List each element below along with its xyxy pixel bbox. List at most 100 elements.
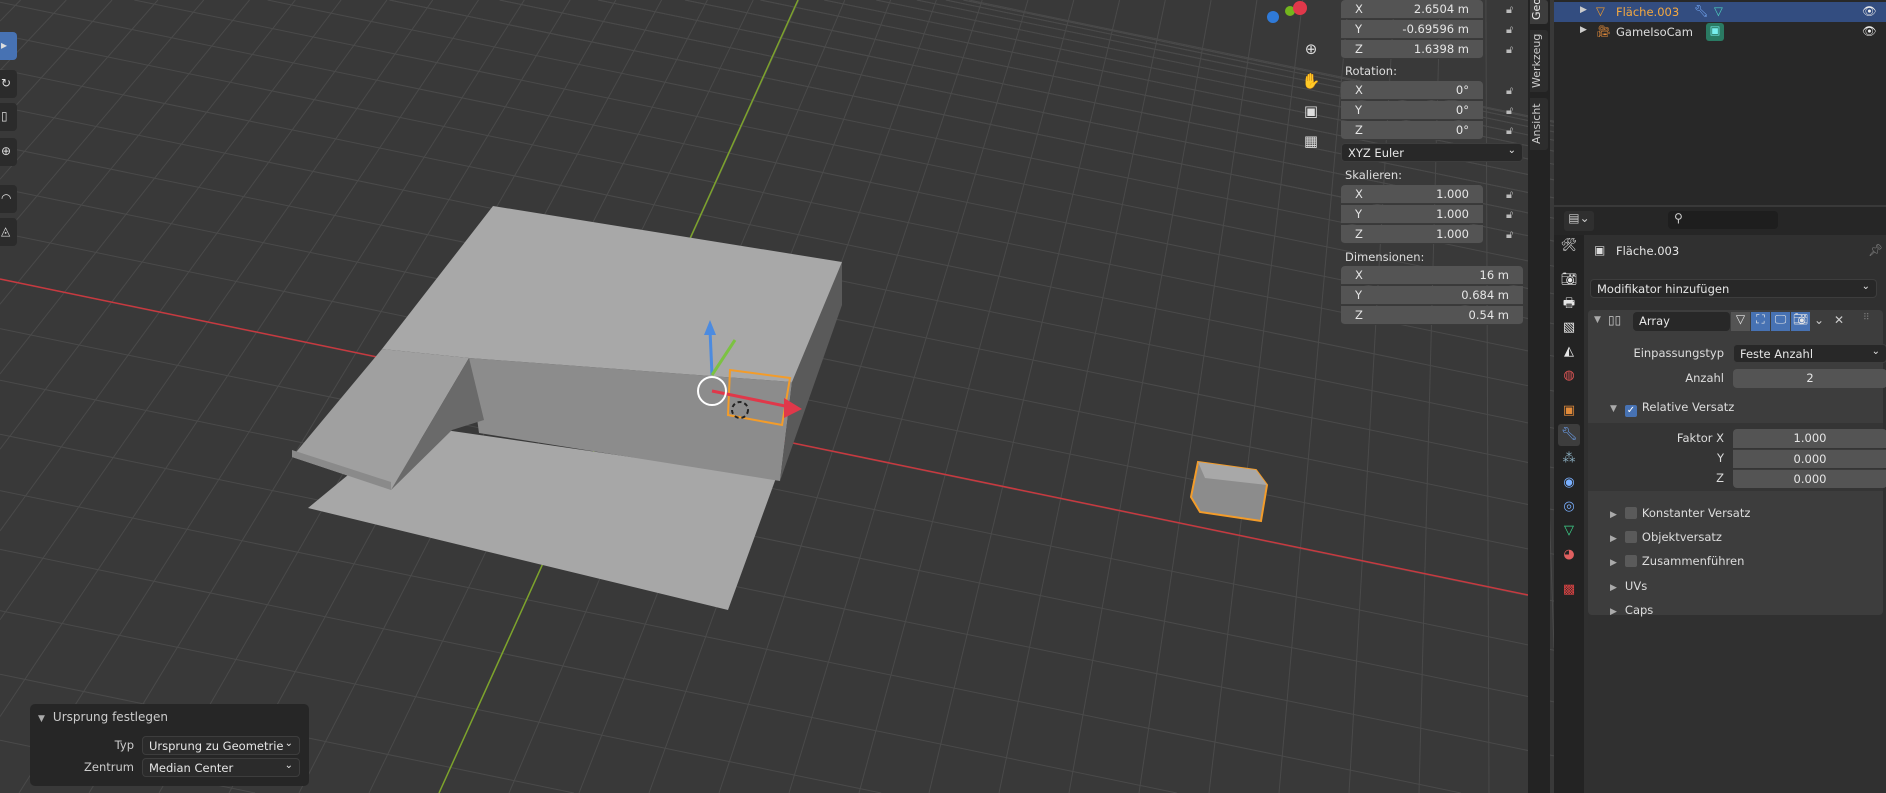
lock-icon[interactable]: 🔓︎ [1506, 228, 1513, 242]
hand-pan-icon[interactable]: ✋ [1300, 72, 1322, 94]
tool-select-box[interactable]: ▸ [0, 32, 17, 60]
scale-y-field[interactable]: Y 1.000 [1341, 205, 1483, 224]
viewport-display-icon[interactable]: 🖵︎ [1771, 312, 1790, 331]
tab-view[interactable]: Ansicht [1530, 98, 1548, 150]
zoom-icon[interactable]: ⊕ [1300, 40, 1322, 62]
expand-arrow-icon[interactable]: ▶ [1580, 25, 1587, 35]
constraints-icon[interactable]: ◎ [1558, 496, 1580, 518]
center-dropdown[interactable]: Median Center ⌄ [142, 758, 300, 777]
item-name: GameIsoCam [1616, 25, 1693, 39]
eye-visibility-icon[interactable]: 👁︎ [1862, 24, 1877, 38]
factor-z-field[interactable]: 0.000 [1733, 469, 1886, 488]
add-modifier-dropdown[interactable]: Modifikator hinzufügen ⌄ [1590, 279, 1877, 298]
editor-type-icon[interactable]: ▤⌄ [1564, 211, 1594, 231]
location-z-field[interactable]: Z 1.6398 m [1341, 40, 1483, 59]
lock-icon[interactable]: 🔓︎ [1506, 104, 1513, 118]
render-camera-icon[interactable]: 📷︎ [1791, 312, 1810, 331]
expand-arrow-icon[interactable]: ▶ [1580, 5, 1587, 15]
lock-icon[interactable]: 🔓︎ [1506, 3, 1513, 17]
location-x-field[interactable]: X 2.6504 m [1341, 0, 1483, 19]
particles-icon[interactable]: ⁂ [1558, 448, 1580, 470]
mesh-data-icon[interactable]: ▽ [1714, 4, 1723, 18]
count-field[interactable]: 2 [1733, 369, 1886, 388]
dimension-z-field[interactable]: Z 0.54 m [1341, 306, 1523, 325]
outliner-item-flaeche[interactable]: ▶ ▽ Fläche.003 🔧︎ ▽ 👁︎ [1554, 2, 1886, 22]
modifier-name-input[interactable]: Array [1633, 312, 1730, 331]
annotate-icon: ◠ [1, 191, 12, 205]
lock-icon[interactable]: 🔓︎ [1506, 84, 1513, 98]
object-offset-checkbox[interactable] [1624, 531, 1637, 543]
rotation-mode-dropdown[interactable]: XYZ Euler ⌄ [1341, 143, 1523, 162]
lock-icon[interactable]: 🔓︎ [1506, 208, 1513, 222]
tool-cursor[interactable]: ↻ [0, 70, 17, 98]
grid-perspective-icon[interactable]: ▦ [1300, 132, 1322, 154]
scale-x-field[interactable]: X 1.000 [1341, 185, 1483, 204]
tab-tool[interactable]: Werkzeug [1530, 30, 1548, 92]
camera-data-icon[interactable]: ▣ [1706, 23, 1724, 41]
tool-transform[interactable]: ⊕ [0, 138, 17, 166]
object-offset-header[interactable]: ▶ Objektversatz [1610, 530, 1722, 544]
constant-offset-checkbox[interactable] [1624, 507, 1637, 519]
lock-icon[interactable]: 🔓︎ [1506, 23, 1513, 37]
merge-checkbox[interactable] [1624, 555, 1637, 567]
cage-toggle-icon[interactable]: ⛶ [1751, 312, 1770, 331]
rotation-x-field[interactable]: X 0° [1341, 81, 1483, 100]
search-icon: ⚲ [1674, 211, 1683, 225]
edit-mode-toggle-icon[interactable]: ▽ [1731, 312, 1750, 331]
relative-offset-header[interactable]: ▼ ✓ Relative Versatz [1610, 400, 1734, 417]
fit-type-dropdown[interactable]: Feste Anzahl ⌄ [1733, 344, 1886, 363]
pin-icon[interactable]: 📌︎ [1868, 243, 1883, 257]
caps-header[interactable]: ▶ Caps [1610, 603, 1653, 617]
tool-measure[interactable]: ◬ [0, 218, 17, 246]
chevron-down-icon[interactable]: ⌄ [1814, 313, 1824, 327]
camera-icon[interactable]: ▣ [1300, 102, 1322, 124]
rotation-y-field[interactable]: Y 0° [1341, 101, 1483, 120]
outliner-item-camera[interactable]: ▶ 🎥︎ GameIsoCam ▣ 👁︎ [1554, 22, 1886, 42]
dimension-y-field[interactable]: Y 0.684 m [1341, 286, 1523, 305]
dimension-x-field[interactable]: X 16 m [1341, 266, 1523, 285]
scene-icon[interactable]: ◭ [1558, 341, 1580, 363]
field-value: 2.6504 m [1413, 2, 1469, 16]
lock-icon[interactable]: 🔓︎ [1506, 188, 1513, 202]
material-icon[interactable]: ◕ [1558, 544, 1580, 566]
physics-icon[interactable]: ◉ [1558, 472, 1580, 494]
wrench-modifier-icon[interactable]: 🔧︎ [1694, 4, 1709, 18]
constant-offset-header[interactable]: ▶ Konstanter Versatz [1610, 506, 1750, 520]
3d-viewport[interactable]: ▸ ↻ ▯ ⊕ ◠ ◬ ⊕ ✋ ▣ ▦ X 2.6504 m Y -0.69596 … [0, 0, 1554, 793]
render-icon[interactable]: 📷︎ [1558, 269, 1580, 291]
gizmo-z-arrow [708, 329, 714, 376]
uvs-header[interactable]: ▶ UVs [1610, 579, 1647, 593]
factor-x-field[interactable]: 1.000 [1733, 429, 1886, 448]
operator-panel-header[interactable]: ▼ Ursprung festlegen [38, 710, 168, 724]
sidebar-n-panel: X 2.6504 m Y -0.69596 m Z 1.6398 m 🔓︎ 🔓︎ 🔓︎… [1338, 0, 1528, 330]
tool-settings-icon[interactable]: 🛠︎ [1558, 235, 1580, 257]
close-icon[interactable]: ✕ [1834, 313, 1844, 327]
factor-y-field[interactable]: 0.000 [1733, 449, 1886, 468]
view-layer-icon[interactable]: ▧ [1558, 317, 1580, 339]
lock-icon[interactable]: 🔓︎ [1506, 43, 1513, 57]
wrench-modifier-icon[interactable]: 🔧︎ [1558, 424, 1580, 446]
mesh-data-icon[interactable]: ▽ [1558, 520, 1580, 542]
relative-offset-checkbox[interactable]: ✓ [1624, 405, 1637, 417]
tool-annotate[interactable]: ◠ [0, 185, 17, 213]
world-icon[interactable]: ◍ [1558, 365, 1580, 387]
output-icon[interactable]: 🖶︎ [1558, 293, 1580, 315]
location-y-field[interactable]: Y -0.69596 m [1341, 20, 1483, 39]
object-icon[interactable]: ▣ [1558, 400, 1580, 422]
chevron-down-icon: ⌄ [1871, 346, 1880, 357]
tab-item[interactable]: Geo [1530, 0, 1548, 24]
scale-z-field[interactable]: Z 1.000 [1341, 225, 1483, 244]
cursor-arrow-icon: ▸ [1, 38, 8, 52]
factor-y-label: Y [1716, 451, 1724, 465]
drag-handle-icon[interactable]: ⠿ [1863, 313, 1870, 323]
mesh-object-icon: ▽ [1596, 4, 1605, 18]
collapse-triangle-icon[interactable]: ▼ [1594, 315, 1601, 325]
search-input[interactable]: ⚲ [1668, 211, 1778, 229]
eye-visibility-icon[interactable]: 👁︎ [1862, 4, 1877, 18]
tool-scale[interactable]: ▯ [0, 103, 17, 131]
type-dropdown[interactable]: Ursprung zu Geometrie ⌄ [142, 736, 300, 755]
lock-icon[interactable]: 🔓︎ [1506, 124, 1513, 138]
rotation-z-field[interactable]: Z 0° [1341, 121, 1483, 140]
merge-header[interactable]: ▶ Zusammenführen [1610, 554, 1744, 568]
texture-icon[interactable]: ▩ [1558, 579, 1580, 601]
